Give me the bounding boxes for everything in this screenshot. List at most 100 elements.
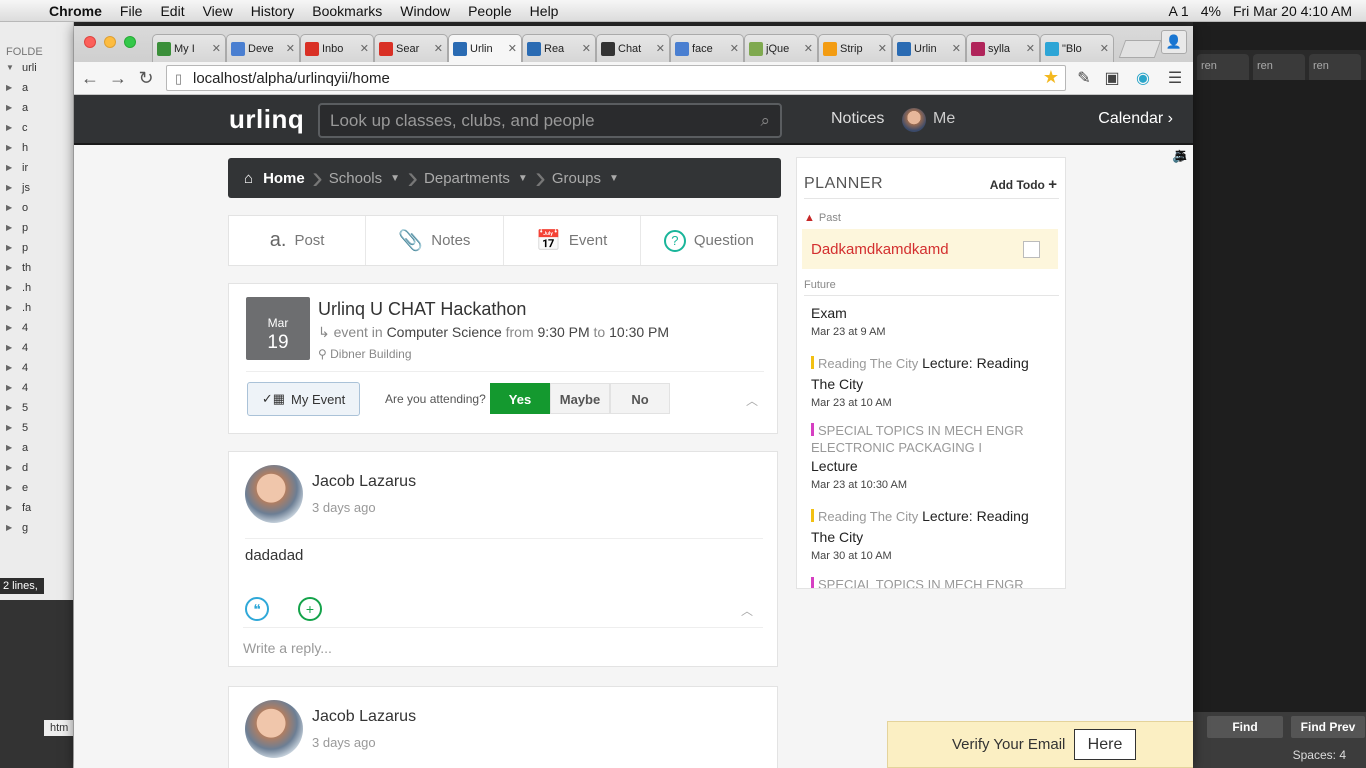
my-event-button[interactable]: ✓▦ My Event [247, 382, 360, 416]
close-tab-icon[interactable]: ✕ [804, 42, 813, 55]
tree-item[interactable]: .h [0, 298, 73, 318]
tree-item[interactable]: 4 [0, 378, 73, 398]
avatar[interactable] [245, 465, 303, 523]
menu-bookmarks[interactable]: Bookmarks [303, 3, 391, 19]
browser-tab[interactable]: Urlin ✕ [892, 34, 966, 62]
notices-link[interactable]: Notices [831, 110, 884, 128]
search-input[interactable]: Look up classes, clubs, and people ⌕ [318, 103, 782, 138]
editor-tab[interactable]: ren [1309, 54, 1361, 80]
tree-item[interactable]: o [0, 198, 73, 218]
close-tab-icon[interactable]: ✕ [508, 42, 517, 55]
tree-item[interactable]: th [0, 258, 73, 278]
close-tab-icon[interactable]: ✕ [1100, 42, 1109, 55]
tree-item[interactable]: 5 [0, 418, 73, 438]
new-tab-button[interactable] [1118, 40, 1162, 58]
back-icon[interactable]: ← [76, 68, 104, 89]
tree-item[interactable]: 4 [0, 338, 73, 358]
indent-status[interactable]: Spaces: 4 [1293, 748, 1346, 762]
post-author[interactable]: Jacob Lazarus [312, 473, 416, 491]
avatar[interactable] [902, 108, 926, 132]
find-button[interactable]: Find [1207, 716, 1283, 738]
close-tab-icon[interactable]: ✕ [656, 42, 665, 55]
browser-tab[interactable]: Urlin ✕ [448, 34, 522, 62]
reply-input[interactable]: Write a reply... [243, 640, 332, 656]
avatar[interactable] [245, 700, 303, 758]
browser-tab[interactable]: Chat ✕ [596, 34, 670, 62]
planner-item[interactable]: Reading The City Lecture: Reading The Ci… [811, 506, 1051, 564]
tree-item[interactable]: ir [0, 158, 73, 178]
clock[interactable]: Fri Mar 20 4:10 AM [1233, 3, 1352, 19]
menu-file[interactable]: File [111, 3, 152, 19]
post-author[interactable]: Jacob Lazarus [312, 708, 416, 726]
browser-tab[interactable]: Inbo ✕ [300, 34, 374, 62]
browser-tab[interactable]: Strip ✕ [818, 34, 892, 62]
menu-help[interactable]: Help [521, 3, 568, 19]
close-tab-icon[interactable]: ✕ [286, 42, 295, 55]
breadcrumb-home[interactable]: ⌂ Home › [228, 158, 323, 198]
planner-item[interactable]: SPECIAL TOPICS IN MECH ENGR [811, 574, 1051, 588]
menu-window[interactable]: Window [391, 3, 459, 19]
forward-icon[interactable]: → [104, 68, 132, 89]
close-tab-icon[interactable]: ✕ [434, 42, 443, 55]
menu-people[interactable]: People [459, 3, 521, 19]
extension-wave-icon[interactable]: ◉ [1132, 68, 1154, 90]
close-tab-icon[interactable]: ✕ [730, 42, 739, 55]
breadcrumb-schools[interactable]: Schools ▼ › [317, 158, 418, 198]
browser-tab[interactable]: Rea ✕ [522, 34, 596, 62]
close-tab-icon[interactable]: ✕ [212, 42, 221, 55]
chrome-menu-icon[interactable]: ☰ [1164, 68, 1186, 90]
plus-icon[interactable]: + [298, 597, 322, 621]
planner-item[interactable]: SPECIAL TOPICS IN MECH ENGR ELECTRONIC P… [811, 422, 1051, 493]
tree-item[interactable]: 5 [0, 398, 73, 418]
tree-item[interactable]: urli [0, 58, 73, 78]
find-prev-button[interactable]: Find Prev [1291, 716, 1365, 738]
menu-chrome[interactable]: Chrome [40, 3, 111, 19]
menu-history[interactable]: History [242, 3, 304, 19]
me-link[interactable]: Me [933, 110, 955, 128]
tree-item[interactable]: a [0, 78, 73, 98]
address-bar[interactable]: ▯ localhost/alpha/urlinqyii/home ★ [166, 65, 1066, 91]
tree-item[interactable]: 4 [0, 358, 73, 378]
tree-item[interactable]: g [0, 518, 73, 538]
add-todo-button[interactable]: Add Todo + [990, 176, 1057, 193]
composer-question-button[interactable]: ? Question [641, 216, 777, 265]
comment-icon[interactable]: ❝ [245, 597, 269, 621]
tree-item[interactable]: p [0, 238, 73, 258]
planner-item[interactable]: Exam Mar 23 at 9 AM [811, 303, 1051, 340]
calendar-link[interactable]: Calendar › [1098, 110, 1173, 128]
tree-item[interactable]: a [0, 438, 73, 458]
tree-item[interactable]: .h [0, 278, 73, 298]
close-tab-icon[interactable]: ✕ [878, 42, 887, 55]
close-window-button[interactable] [84, 36, 96, 48]
minimize-window-button[interactable] [104, 36, 116, 48]
search-icon[interactable]: ⌕ [760, 111, 770, 131]
adobe-status[interactable]: A 1 [1168, 3, 1188, 19]
tree-item[interactable]: h [0, 138, 73, 158]
breadcrumb-departments[interactable]: Departments ▼ › [412, 158, 546, 198]
reload-icon[interactable]: ↻ [132, 68, 160, 89]
verify-here-button[interactable]: Here [1074, 729, 1136, 760]
eyedropper-extension-icon[interactable]: ✎ [1073, 68, 1095, 90]
close-tab-icon[interactable]: ✕ [582, 42, 591, 55]
tree-item[interactable]: fa [0, 498, 73, 518]
browser-tab[interactable]: "Blo ✕ [1040, 34, 1114, 62]
tree-item[interactable]: 4 [0, 318, 73, 338]
rsvp-yes-button[interactable]: Yes [490, 383, 550, 414]
composer-post-button[interactable]: a. Post [229, 216, 367, 265]
browser-tab[interactable]: jQue ✕ [744, 34, 818, 62]
browser-tab[interactable]: face ✕ [670, 34, 744, 62]
browser-tab[interactable]: Deve ✕ [226, 34, 300, 62]
tree-item[interactable]: c [0, 118, 73, 138]
menu-view[interactable]: View [194, 3, 242, 19]
editor-tab[interactable]: ren [1253, 54, 1305, 80]
extension-icon[interactable]: ▣ [1101, 68, 1123, 90]
zoom-window-button[interactable] [124, 36, 136, 48]
browser-tab[interactable]: sylla ✕ [966, 34, 1040, 62]
close-tab-icon[interactable]: ✕ [952, 42, 961, 55]
todo-checkbox[interactable] [1023, 241, 1040, 258]
battery-percent[interactable]: 4% [1201, 3, 1221, 19]
planner-past-item[interactable]: Dadkamdkamdkamd [802, 229, 1058, 269]
tree-item[interactable]: d [0, 458, 73, 478]
event-course-link[interactable]: Computer Science [387, 324, 502, 340]
collapse-chevron-icon[interactable]: ︿ [741, 602, 753, 619]
